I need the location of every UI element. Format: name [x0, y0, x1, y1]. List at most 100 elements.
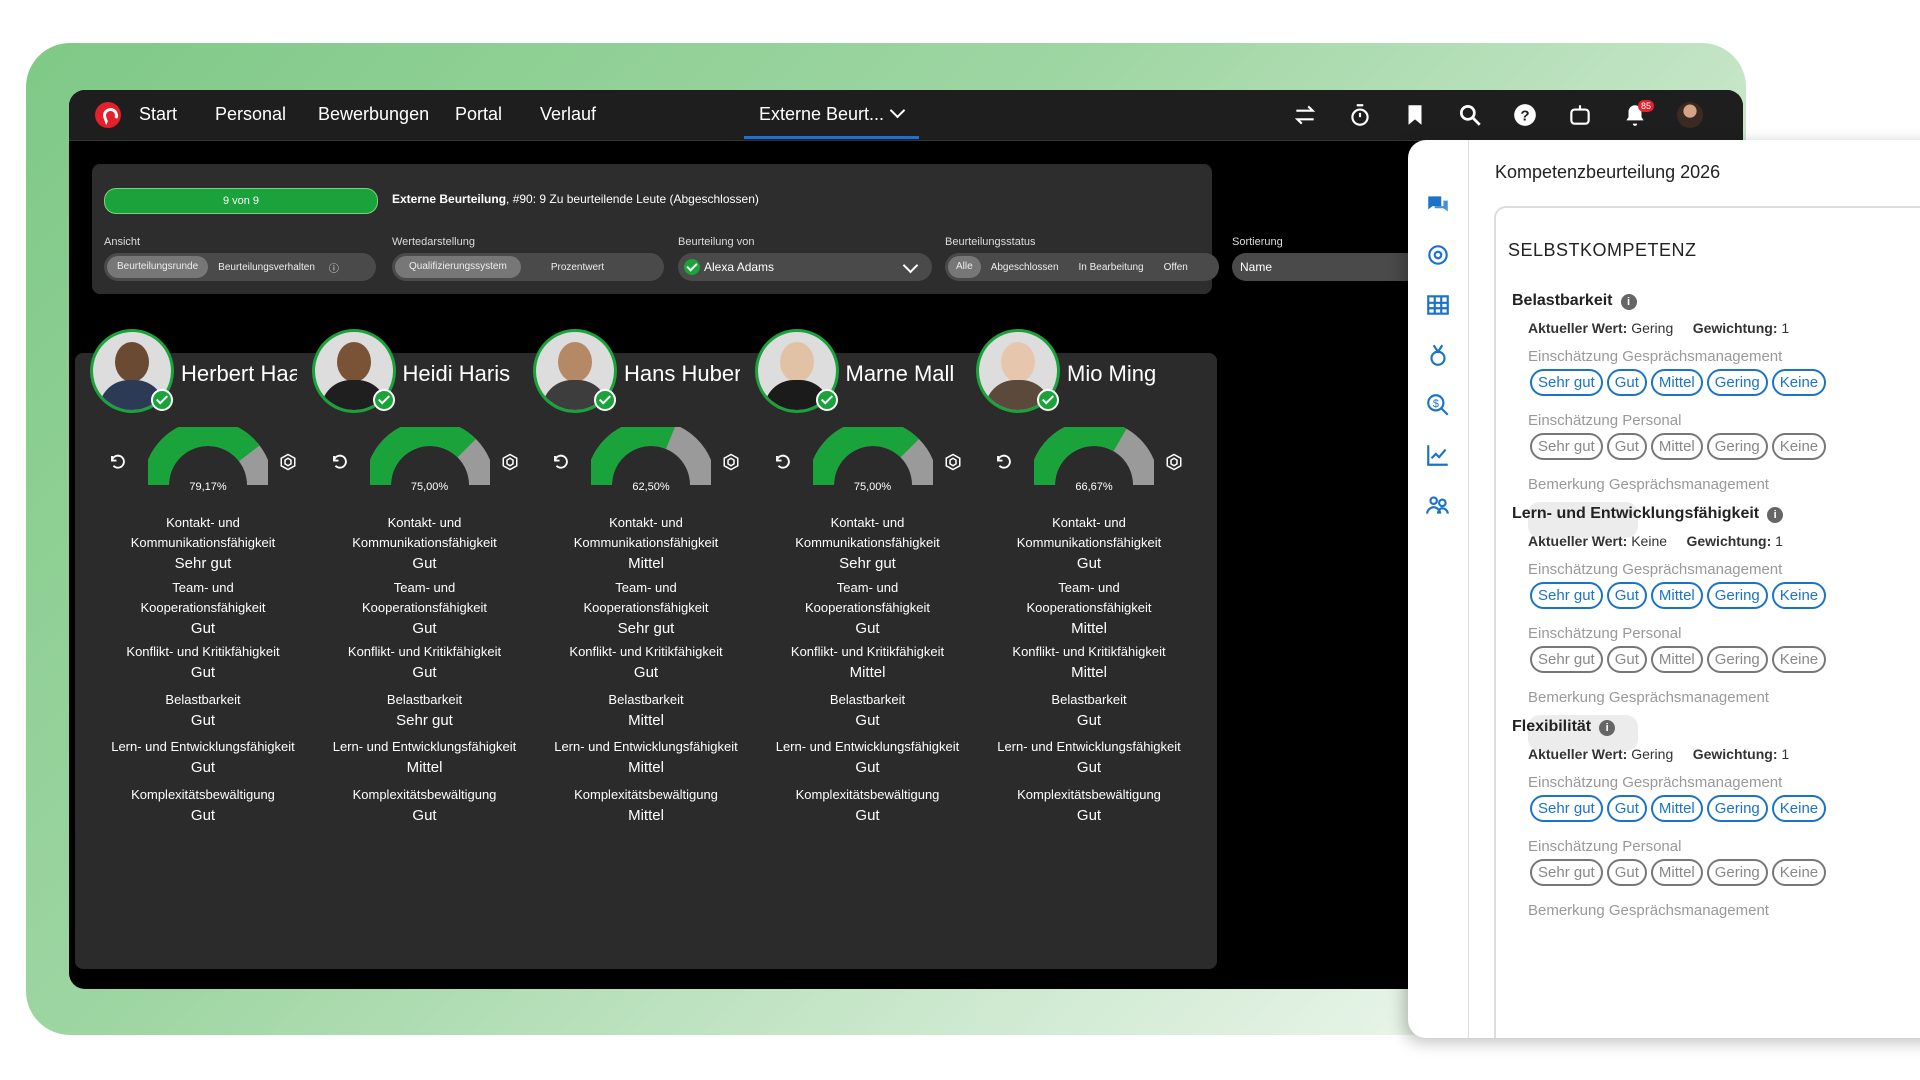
- gm-option[interactable]: Mittel: [1650, 795, 1703, 822]
- gm-label: Einschätzung Gesprächsmanagement: [1528, 774, 1783, 791]
- gm-option[interactable]: Keine: [1771, 369, 1827, 396]
- gm-option[interactable]: Gering: [1706, 795, 1768, 822]
- nav-start[interactable]: Start: [139, 104, 177, 125]
- personal-option[interactable]: Mittel: [1650, 433, 1703, 460]
- criterion-value: Mittel: [849, 664, 886, 681]
- beurteilung-select[interactable]: Alexa Adams: [678, 253, 932, 281]
- svg-text:?: ?: [1520, 107, 1529, 124]
- personal-option[interactable]: Sehr gut: [1530, 859, 1603, 886]
- personal-option[interactable]: Gering: [1706, 433, 1768, 460]
- nav-verlauf[interactable]: Verlauf: [540, 104, 596, 125]
- undo-icon[interactable]: [109, 453, 127, 471]
- competency-name: Lern- und Entwicklungsfähigkeit: [1512, 505, 1760, 522]
- status-option-abgeschlossen[interactable]: Abgeschlossen: [981, 262, 1069, 273]
- personal-option[interactable]: Sehr gut: [1530, 646, 1603, 673]
- personal-option[interactable]: Mittel: [1650, 646, 1703, 673]
- person-card[interactable]: Mio Ming 66,67% Kontakt- und Kommunikations…: [961, 329, 1217, 969]
- undo-icon[interactable]: [995, 453, 1013, 471]
- personal-option[interactable]: Keine: [1771, 646, 1827, 673]
- criterion-label: Komplexitätsbewältigung: [131, 787, 275, 802]
- personal-option[interactable]: Gut: [1606, 859, 1647, 886]
- nav-portal[interactable]: Portal: [455, 104, 502, 125]
- panel-icon-bar: $: [1408, 140, 1469, 1038]
- nav-bewerbungen[interactable]: Bewerbungen: [318, 104, 429, 125]
- nav-externe-beurteilung[interactable]: Externe Beurt...: [759, 102, 906, 125]
- radar-chart-icon[interactable]: [501, 453, 519, 471]
- status-option-bearbeitung[interactable]: In Bearbeitung: [1069, 262, 1154, 273]
- criterion-value: Mittel: [628, 807, 664, 824]
- nav-personal[interactable]: Personal: [215, 104, 286, 125]
- help-icon[interactable]: ?: [1512, 102, 1538, 128]
- radar-chart-icon[interactable]: [279, 453, 297, 471]
- person-card[interactable]: Marne Mall 75,00% Kontakt- und Kommunikatio…: [739, 329, 996, 969]
- gm-option[interactable]: Sehr gut: [1530, 795, 1603, 822]
- gm-option[interactable]: Mittel: [1650, 369, 1703, 396]
- status-option-offen[interactable]: Offen: [1154, 262, 1198, 273]
- gm-option[interactable]: Sehr gut: [1530, 582, 1603, 609]
- gauge-fill: [591, 427, 676, 486]
- person-card[interactable]: Heidi Haris 75,00% Kontakt- und Kommunikati…: [296, 329, 553, 969]
- personal-option[interactable]: Keine: [1771, 433, 1827, 460]
- info-icon[interactable]: i: [1620, 294, 1637, 310]
- gm-option[interactable]: Gut: [1606, 582, 1647, 609]
- personal-option[interactable]: Gut: [1606, 646, 1647, 673]
- bot-icon[interactable]: [1567, 102, 1593, 128]
- gm-option[interactable]: Keine: [1771, 795, 1827, 822]
- personal-option[interactable]: Keine: [1771, 859, 1827, 886]
- undo-icon[interactable]: [774, 453, 792, 471]
- criterion: Konflikt- und Kritikfähigkeit Mittel: [740, 642, 996, 684]
- swap-icon[interactable]: [1292, 102, 1318, 128]
- personal-option[interactable]: Sehr gut: [1530, 433, 1603, 460]
- search-icon[interactable]: [1457, 102, 1483, 128]
- users-icon[interactable]: [1425, 492, 1451, 518]
- bookmark-icon[interactable]: [1402, 102, 1428, 128]
- status-option-alle[interactable]: Alle: [948, 256, 981, 278]
- target-icon[interactable]: [1425, 242, 1451, 268]
- radar-chart-icon[interactable]: [944, 453, 962, 471]
- gm-option[interactable]: Gut: [1606, 795, 1647, 822]
- gewichtung-value: 1: [1775, 533, 1783, 549]
- ansicht-option-runde[interactable]: Beurteilungsrunde: [107, 256, 209, 278]
- info-icon[interactable]: i: [1767, 507, 1784, 523]
- gm-option[interactable]: Keine: [1771, 582, 1827, 609]
- medal-icon[interactable]: [1425, 342, 1451, 368]
- criterion: Komplexitätsbewältigung Gut: [297, 785, 553, 827]
- info-icon[interactable]: i: [1599, 720, 1616, 736]
- radar-chart-icon[interactable]: [1165, 453, 1183, 471]
- gm-option[interactable]: Mittel: [1650, 582, 1703, 609]
- timer-icon[interactable]: [1347, 102, 1373, 128]
- chat-icon[interactable]: [1425, 192, 1451, 218]
- radar-chart-icon[interactable]: [722, 453, 740, 471]
- criterion: Belastbarkeit Gut: [740, 690, 996, 732]
- table-icon[interactable]: [1425, 292, 1451, 318]
- competency-meta: Aktueller Wert: Gering Gewichtung: 1: [1528, 320, 1789, 336]
- gm-option[interactable]: Gut: [1606, 369, 1647, 396]
- gm-option[interactable]: Sehr gut: [1530, 369, 1603, 396]
- gm-option[interactable]: Gering: [1706, 369, 1768, 396]
- criterion-value: Gut: [412, 664, 437, 681]
- sort-select[interactable]: Name: [1232, 253, 1420, 281]
- personal-option[interactable]: Gering: [1706, 859, 1768, 886]
- person-card[interactable]: Hans Huber 62,50% Kontakt- und Kommunikatio…: [518, 329, 774, 969]
- criterion-value: Mittel: [1071, 664, 1107, 681]
- personal-option[interactable]: Gering: [1706, 646, 1768, 673]
- person-name: Mio Ming: [1067, 361, 1157, 386]
- werte-option-prozent[interactable]: Prozentwert: [521, 262, 634, 273]
- completed-check-icon: [372, 389, 395, 411]
- ansicht-option-verhalten[interactable]: Beurteilungsverhalten: [208, 262, 325, 273]
- criterion-label: Konflikt- und Kritikfähigkeit: [569, 644, 723, 659]
- personal-option[interactable]: Gut: [1606, 433, 1647, 460]
- app-logo-icon[interactable]: [95, 102, 121, 128]
- undo-icon[interactable]: [331, 453, 349, 471]
- gm-option[interactable]: Gering: [1706, 582, 1768, 609]
- money-search-icon[interactable]: $: [1425, 392, 1451, 418]
- chart-line-icon[interactable]: [1425, 442, 1451, 468]
- user-avatar[interactable]: [1677, 102, 1703, 128]
- notification-bell-icon[interactable]: 85: [1622, 100, 1654, 128]
- undo-icon[interactable]: [552, 453, 570, 471]
- person-card[interactable]: Herbert Haas 79,17% Kontakt- und Kommunikat…: [75, 329, 331, 969]
- info-icon[interactable]: ⓘ: [325, 260, 343, 275]
- personal-option[interactable]: Mittel: [1650, 859, 1703, 886]
- werte-option-quali[interactable]: Qualifizierungssystem: [395, 256, 521, 278]
- gauge-fill: [148, 427, 260, 486]
